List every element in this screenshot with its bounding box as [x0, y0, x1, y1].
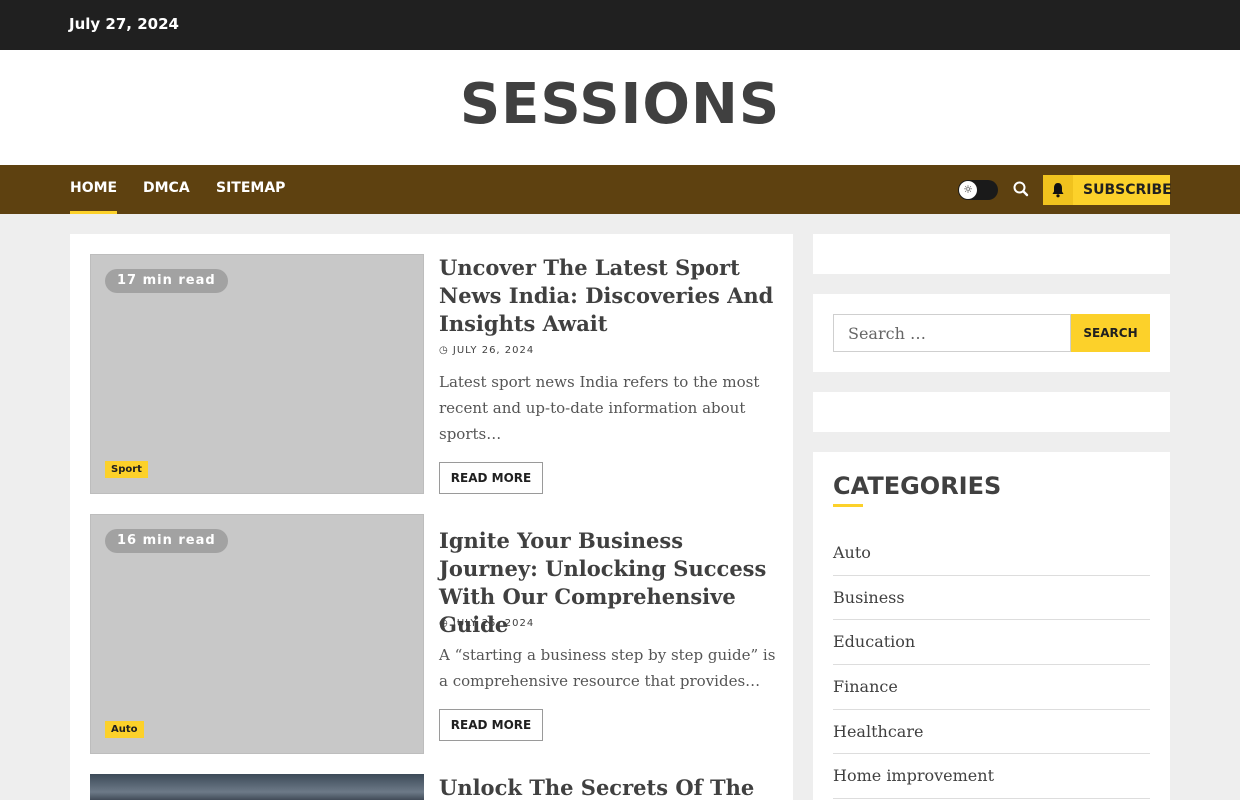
category-link-home-improvement[interactable]: Home improvement [833, 754, 1150, 800]
sun-icon: ☼ [959, 181, 977, 199]
heading-underline [833, 504, 863, 507]
top-bar: July 27, 2024 [0, 0, 1240, 50]
category-badge[interactable]: Auto [105, 721, 144, 738]
sidebar-widget [813, 234, 1170, 274]
search-icon[interactable] [1011, 179, 1031, 199]
dark-mode-toggle[interactable]: ☼ [958, 180, 998, 200]
site-header: SESSIONS [0, 50, 1240, 165]
post-title[interactable]: Uncover The Latest Sport News India: Dis… [439, 254, 779, 338]
category-link-auto[interactable]: Auto [833, 531, 1150, 576]
site-title[interactable]: SESSIONS [0, 72, 1240, 137]
read-time-badge: 17 min read [105, 269, 228, 293]
post-date: ◷ July 25, 2024 [439, 618, 534, 629]
read-more-button[interactable]: Read More [439, 462, 543, 494]
nav-item-sitemap[interactable]: Sitemap [216, 180, 285, 214]
read-more-button[interactable]: Read More [439, 709, 543, 741]
subscribe-button[interactable]: Subscribe [1043, 175, 1172, 205]
subscribe-label: Subscribe [1083, 182, 1172, 198]
category-link-business[interactable]: Business [833, 576, 1150, 621]
current-date: July 27, 2024 [69, 15, 179, 33]
post-date-text: July 25, 2024 [452, 618, 535, 629]
search-button[interactable]: Search [1071, 314, 1150, 352]
clock-icon: ◷ [439, 618, 453, 629]
post-title[interactable]: Unlock The Secrets Of The Real [439, 774, 779, 800]
post-thumbnail[interactable] [90, 774, 424, 800]
post-date-text: July 26, 2024 [452, 345, 535, 356]
nav-item-home[interactable]: Home [70, 180, 118, 214]
search-input[interactable] [833, 314, 1071, 352]
category-link-finance[interactable]: Finance [833, 665, 1150, 710]
post-excerpt: A “starting a business step by step guid… [439, 646, 776, 690]
post-date: ◷ July 26, 2024 [439, 345, 534, 356]
bell-icon [1043, 175, 1073, 205]
read-time-badge: 16 min read [105, 529, 228, 553]
category-list: Auto Business Education Finance Healthca… [833, 531, 1150, 800]
category-link-education[interactable]: Education [833, 620, 1150, 666]
sidebar-widget [813, 392, 1170, 432]
search-form: Search [833, 314, 1150, 352]
categories-heading: Categories [833, 472, 1002, 500]
category-link-healthcare[interactable]: Healthcare [833, 710, 1150, 755]
category-badge[interactable]: Sport [105, 461, 148, 478]
nav-item-dmca[interactable]: DMCA [143, 180, 190, 214]
post-excerpt: Latest sport news India refers to the mo… [439, 373, 760, 443]
clock-icon: ◷ [439, 345, 453, 356]
